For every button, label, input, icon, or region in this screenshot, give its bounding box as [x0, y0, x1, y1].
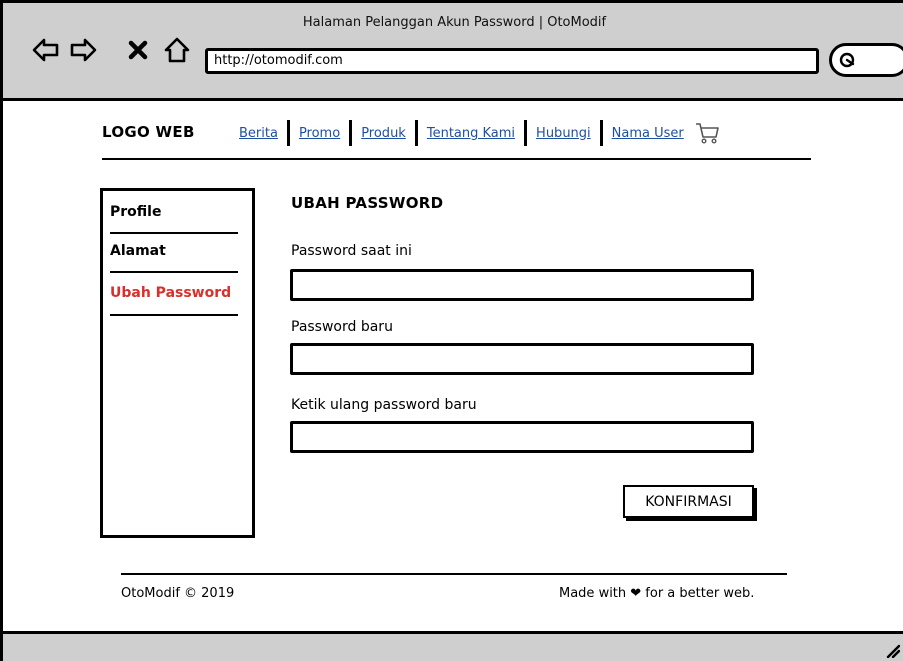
current-password-label: Password saat ini	[291, 243, 412, 259]
browser-statusbar	[3, 631, 903, 661]
cart-icon[interactable]	[694, 120, 720, 146]
confirm-password-label: Ketik ulang password baru	[291, 397, 477, 413]
nav-link-produk[interactable]: Produk	[361, 126, 406, 141]
nav-link-tentang-kami[interactable]: Tentang Kami	[427, 126, 515, 141]
sidebar-divider	[110, 271, 238, 273]
header-divider	[102, 158, 811, 160]
home-icon[interactable]	[160, 33, 194, 67]
account-sidebar: Profile Alamat Ubah Password	[100, 188, 255, 538]
nav-link-hubungi[interactable]: Hubungi	[536, 126, 591, 141]
forward-arrow-icon[interactable]	[66, 33, 100, 67]
nav-link-berita[interactable]: Berita	[239, 126, 278, 141]
nav-link-nama-user[interactable]: Nama User	[612, 126, 684, 141]
nav-separator	[349, 120, 353, 146]
browser-toolbar: Halaman Pelanggan Akun Password | OtoMod…	[3, 3, 903, 101]
footer-copyright: OtoModif © 2019	[121, 586, 235, 601]
confirm-password-input[interactable]	[290, 421, 754, 453]
current-password-input[interactable]	[290, 269, 754, 301]
nav-link-promo[interactable]: Promo	[299, 126, 340, 141]
browser-window: Halaman Pelanggan Akun Password | OtoMod…	[0, 0, 903, 661]
sidebar-item-alamat[interactable]: Alamat	[110, 243, 166, 259]
new-password-input[interactable]	[290, 343, 754, 375]
nav-separator	[599, 120, 603, 146]
footer-tagline: Made with ❤ for a better web.	[559, 586, 755, 601]
footer-divider	[121, 573, 787, 575]
back-arrow-icon[interactable]	[29, 33, 63, 67]
nav-separator	[524, 120, 528, 146]
sidebar-divider	[110, 232, 238, 234]
close-icon[interactable]	[121, 33, 155, 67]
sidebar-item-ubah-password[interactable]: Ubah Password	[110, 285, 231, 301]
browser-search-button[interactable]	[829, 43, 903, 77]
sidebar-item-profile[interactable]: Profile	[110, 204, 161, 220]
address-bar[interactable]: http://otomodif.com	[205, 48, 819, 74]
main-nav: Berita Promo Produk Tentang Kami Hubungi…	[239, 119, 720, 147]
search-icon	[839, 52, 855, 68]
sidebar-divider	[110, 314, 238, 316]
nav-separator	[414, 120, 418, 146]
resize-grip-icon[interactable]	[884, 642, 900, 658]
new-password-label: Password baru	[291, 319, 393, 335]
site-logo[interactable]: LOGO WEB	[102, 123, 195, 141]
confirm-button[interactable]: KONFIRMASI	[623, 485, 754, 518]
nav-separator	[286, 120, 290, 146]
page-title: UBAH PASSWORD	[291, 194, 444, 212]
window-title: Halaman Pelanggan Akun Password | OtoMod…	[302, 15, 607, 30]
